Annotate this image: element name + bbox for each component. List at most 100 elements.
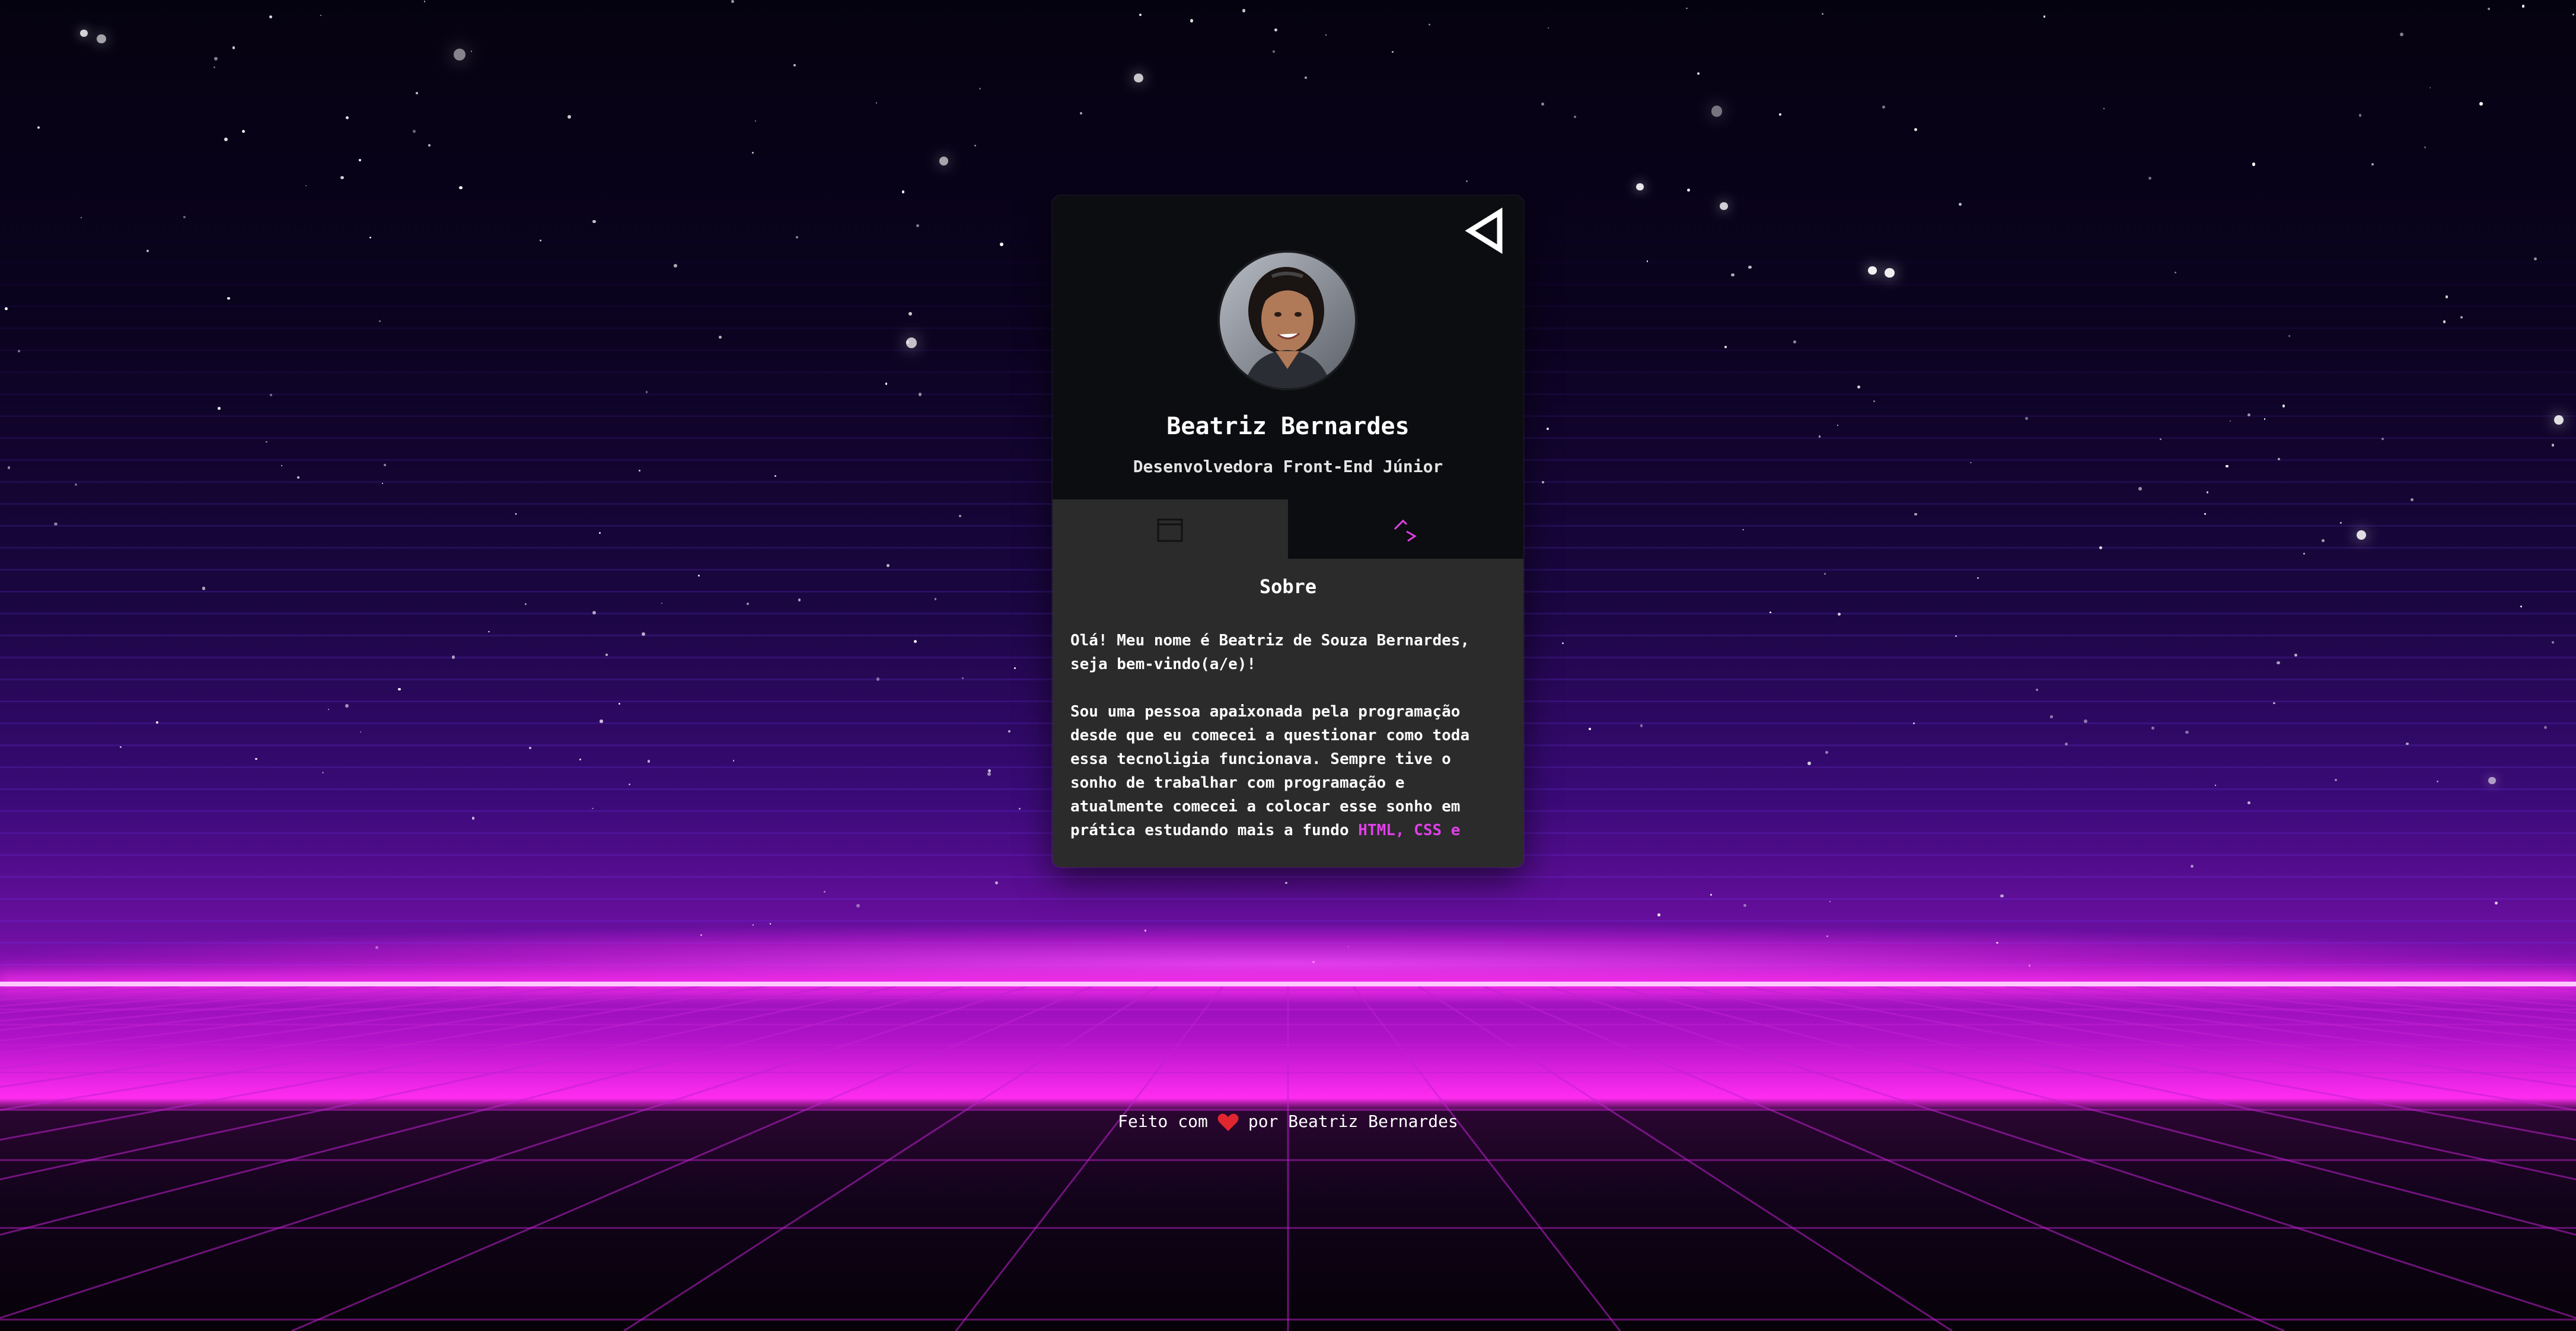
star (1242, 9, 1245, 12)
star (2247, 413, 2251, 416)
star (1686, 189, 1690, 192)
profile-header: Beatriz Bernardes Desenvolvedora Front-E… (1053, 196, 1523, 499)
grid-line (1614, 986, 2576, 1236)
star (1640, 724, 1643, 727)
grid-line (2070, 986, 2576, 1042)
profile-name: Beatriz Bernardes (1166, 413, 1410, 440)
star (647, 760, 651, 763)
about-line: prática estudando mais a fundo (1070, 821, 1359, 839)
star (1000, 243, 1003, 247)
star (1914, 512, 1917, 516)
star (1720, 202, 1729, 211)
horizon-line (0, 982, 2576, 986)
code-brackets-icon (1394, 519, 1417, 542)
star (2488, 776, 2496, 785)
grid-line (1809, 986, 2576, 1112)
star (2437, 781, 2438, 782)
tab-code[interactable] (1288, 499, 1523, 559)
star (359, 158, 361, 161)
section-title: Sobre (1259, 575, 1317, 598)
star (54, 522, 58, 526)
grid-line (1874, 986, 2576, 1088)
star (2252, 163, 2256, 166)
about-line: sonho de trabalhar com programação e (1070, 774, 1405, 792)
star (2035, 688, 2038, 692)
grid-line (0, 986, 441, 1031)
grid-line (0, 986, 506, 1042)
star (539, 239, 541, 241)
star (2479, 101, 2483, 106)
star (218, 407, 221, 410)
star (1636, 183, 1644, 191)
star (2273, 702, 2275, 705)
star (1882, 106, 1885, 109)
star (270, 394, 272, 396)
star (2138, 486, 2142, 491)
star (592, 808, 594, 810)
star (359, 731, 361, 733)
star (451, 655, 455, 659)
star (80, 29, 88, 37)
star (2214, 784, 2216, 786)
star (908, 312, 912, 316)
star (2429, 87, 2431, 88)
star (397, 687, 401, 691)
profile-card: Beatriz Bernardes Desenvolvedora Front-E… (1053, 196, 1523, 867)
star (935, 598, 937, 600)
star (2303, 553, 2305, 555)
profile-role: Desenvolvedora Front-End Júnior (1133, 457, 1443, 476)
star (2487, 7, 2491, 10)
star (1955, 635, 1957, 637)
footer-suffix: por Beatriz Bernardes (1248, 1112, 1458, 1131)
star (2043, 15, 2046, 18)
grid-line (2201, 986, 2576, 1022)
star (2247, 801, 2251, 804)
star (416, 92, 418, 94)
star (2263, 418, 2266, 420)
star (1748, 265, 1752, 269)
star (916, 224, 920, 227)
tab-about[interactable] (1053, 499, 1288, 559)
grid-line (0, 986, 767, 1112)
footer-prefix: Feito com (1118, 1112, 1208, 1131)
grid-line (1418, 986, 1953, 1331)
star (885, 383, 888, 385)
profile-photo (1220, 253, 1355, 388)
grid-line (0, 986, 375, 1022)
star (719, 335, 722, 339)
star (2552, 444, 2555, 447)
star (974, 144, 977, 147)
grid-line (291, 986, 1093, 1331)
grid-line (0, 986, 310, 1014)
star (1976, 577, 1979, 579)
star (1711, 106, 1723, 117)
star (428, 144, 431, 147)
grid-line (955, 986, 1224, 1331)
star (297, 476, 299, 479)
about-line: seja bem-vindo(a/e)! (1070, 655, 1257, 673)
about-text: Olá! Meu nome é Beatriz de Souza Bernard… (1070, 629, 1509, 848)
star (1913, 722, 1915, 724)
star (2185, 730, 2189, 734)
star (1807, 762, 1811, 766)
star (383, 463, 386, 466)
about-line: Sou uma pessoa apaixonada pela programaç… (1070, 703, 1461, 721)
grid-line (1352, 986, 1621, 1331)
star (2288, 335, 2290, 337)
about-line: atualmente comecei a colocar esse sonho … (1070, 798, 1461, 816)
share-button[interactable] (1462, 206, 1510, 255)
star (592, 610, 596, 614)
star (697, 575, 700, 577)
star (1657, 913, 1660, 916)
star (876, 677, 880, 681)
star (674, 263, 677, 268)
star (224, 138, 228, 141)
star (939, 157, 948, 165)
star (2065, 743, 2068, 746)
star (592, 219, 596, 224)
star (1778, 113, 1781, 116)
grid-line (1483, 986, 2285, 1331)
star (639, 470, 640, 472)
grid-line (2135, 986, 2576, 1031)
star (1822, 13, 1823, 15)
